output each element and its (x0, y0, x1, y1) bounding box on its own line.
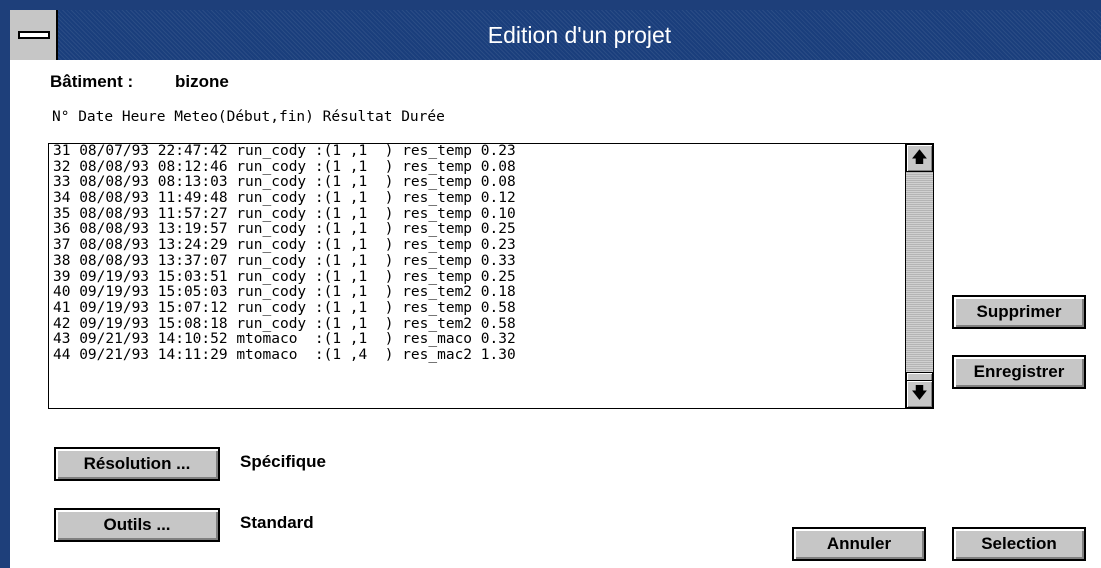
system-menu-icon (18, 31, 50, 39)
dialog-window: Edition d'un projet Bâtiment : bizone N°… (0, 0, 1101, 568)
resolution-value: Spécifique (240, 452, 326, 471)
list-item[interactable]: 43 09/21/93 14:10:52 mtomaco :(1 ,1 ) re… (53, 332, 516, 348)
list-item[interactable]: 38 08/08/93 13:37:07 run_cody :(1 ,1 ) r… (53, 253, 516, 270)
delete-button[interactable]: Supprimer (952, 295, 1086, 329)
arrow-down-icon: 🡇 (911, 385, 928, 402)
arrow-up-icon: 🡅 (911, 149, 928, 166)
resolution-button[interactable]: Résolution ... (54, 447, 220, 481)
window-title: Edition d'un projet (487, 22, 672, 48)
list-item[interactable]: 32 08/08/93 08:12:46 run_cody :(1 ,1 ) r… (53, 159, 516, 176)
window-top-border (0, 0, 1101, 10)
list-item[interactable]: 37 08/08/93 13:24:29 run_cody :(1 ,1 ) r… (53, 237, 516, 254)
list-item[interactable]: 40 09/19/93 15:05:03 run_cody :(1 ,1 ) r… (53, 284, 516, 301)
project-run-list[interactable]: 31 08/07/93 22:47:42 run_cody :(1 ,1 ) r… (48, 143, 934, 409)
list-item[interactable]: 42 09/19/93 15:08:18 run_cody :(1 ,1 ) r… (53, 316, 516, 333)
list-item[interactable]: 44 09/21/93 14:11:29 mtomaco :(1 ,4 ) re… (53, 347, 516, 364)
tools-button[interactable]: Outils ... (54, 508, 220, 542)
scrollbar-track[interactable] (906, 172, 933, 396)
save-button[interactable]: Enregistrer (952, 355, 1086, 389)
select-button[interactable]: Selection (952, 527, 1086, 561)
building-label: Bâtiment : (50, 72, 134, 91)
list-header: N° Date Heure Meteo(Début,fin) Résultat … (52, 109, 445, 125)
title-bar[interactable]: Edition d'un projet (10, 10, 1101, 60)
list-item[interactable]: 36 08/08/93 13:19:57 run_cody :(1 ,1 ) r… (53, 222, 516, 238)
list-rows: 31 08/07/93 22:47:42 run_cody :(1 ,1 ) r… (53, 144, 516, 364)
list-item[interactable]: 41 09/19/93 15:07:12 run_cody :(1 ,1 ) r… (53, 300, 516, 317)
building-value: bizone (175, 72, 229, 91)
list-scrollbar[interactable]: 🡅 🡇 (905, 144, 933, 408)
cancel-button[interactable]: Annuler (792, 527, 926, 561)
window-left-border (0, 0, 10, 568)
system-menu-button[interactable] (10, 10, 58, 60)
list-item[interactable]: 39 09/19/93 15:03:51 run_cody :(1 ,1 ) r… (53, 269, 516, 286)
list-item[interactable]: 33 08/08/93 08:13:03 run_cody :(1 ,1 ) r… (53, 175, 516, 191)
tools-value: Standard (240, 513, 314, 532)
list-item[interactable]: 35 08/08/93 11:57:27 run_cody :(1 ,1 ) r… (53, 206, 516, 223)
scroll-down-button[interactable]: 🡇 (906, 380, 933, 408)
list-item[interactable]: 31 08/07/93 22:47:42 run_cody :(1 ,1 ) r… (53, 144, 516, 160)
scroll-up-button[interactable]: 🡅 (906, 144, 933, 172)
list-item[interactable]: 34 08/08/93 11:49:48 run_cody :(1 ,1 ) r… (53, 190, 516, 207)
